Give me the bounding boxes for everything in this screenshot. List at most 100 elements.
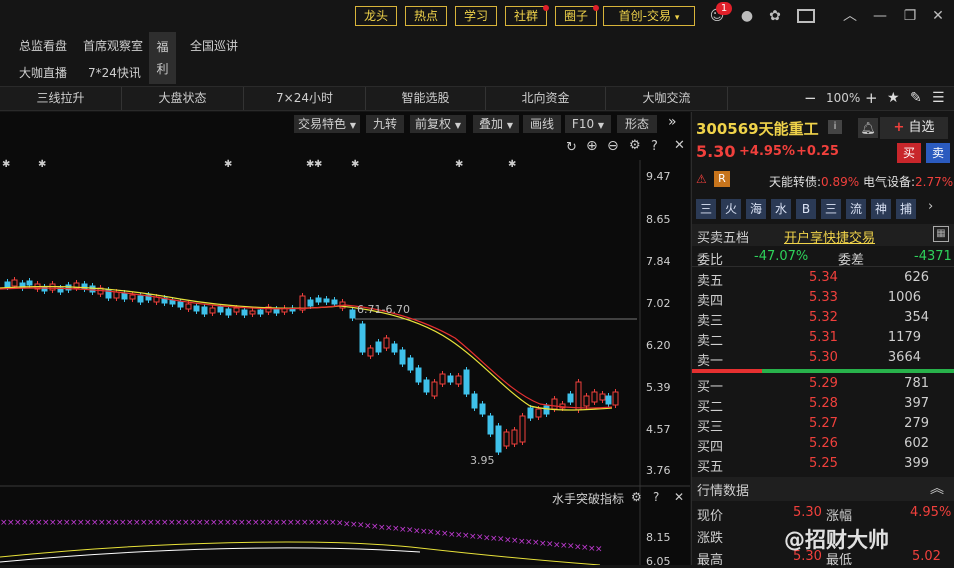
candle-body	[11, 279, 18, 287]
candle-body	[225, 308, 232, 316]
add-watchlist-button[interactable]: + 自选	[880, 117, 948, 139]
menu-icon[interactable]: ☰	[932, 87, 945, 110]
fuli-button[interactable]: 福 利	[149, 32, 176, 84]
candle-body	[367, 347, 374, 357]
nav-xunjiang[interactable]: 全国巡讲	[190, 37, 238, 54]
flag-tag[interactable]: 三	[696, 199, 716, 219]
price-tick: 8.65	[646, 213, 671, 226]
quick-trade-link[interactable]: 开户享快捷交易	[784, 227, 875, 246]
candle-body	[233, 307, 240, 313]
sub-close-icon[interactable]: ✕	[674, 490, 684, 504]
sub-settings-icon[interactable]: ⚙	[631, 490, 642, 504]
event-marker[interactable]: ✱	[38, 159, 46, 170]
flag-tag[interactable]: 神	[871, 199, 891, 219]
event-marker[interactable]: ✱	[455, 159, 463, 170]
quote-row-price: 现价 5.30 涨幅 4.95%	[692, 503, 954, 524]
ask-row[interactable]: 卖二 5.31 1179	[692, 328, 954, 349]
tab-beixiang[interactable]: 北向资金	[486, 87, 606, 110]
tab-longtou[interactable]: 龙头	[355, 6, 397, 26]
candle-body	[307, 299, 314, 307]
candle-body	[315, 297, 322, 303]
tab-daka[interactable]: 大咖交流	[606, 87, 728, 110]
sub-indicator-label[interactable]: 水手突破指标	[552, 490, 624, 507]
candle-body	[129, 294, 136, 300]
chevron-right-icon[interactable]: ›	[928, 199, 933, 214]
candle-body	[193, 305, 200, 312]
bid-row[interactable]: 买五 5.25 399	[692, 454, 954, 475]
candle-body	[169, 299, 176, 305]
nav-news[interactable]: 7*24快讯	[88, 64, 141, 81]
tab-quanzi[interactable]: 圈子	[555, 5, 599, 26]
event-marker[interactable]: ✱	[314, 159, 322, 170]
collapse-icon[interactable]: ︽	[930, 478, 944, 498]
event-marker[interactable]: ✱	[2, 159, 10, 170]
window-mode-icon[interactable]	[797, 9, 815, 23]
sell-button[interactable]: 卖	[926, 143, 950, 163]
sector-name: 电气设备:	[863, 175, 916, 189]
candle-body	[487, 415, 494, 435]
flag-tag[interactable]: 水	[771, 199, 791, 219]
q-label: 涨幅	[826, 509, 853, 524]
close-icon[interactable]: ✕	[930, 8, 946, 24]
flag-tag[interactable]: 海	[746, 199, 766, 219]
price-tick: 9.47	[646, 170, 671, 183]
calculator-icon[interactable]: ▦	[933, 226, 949, 242]
flag-tag[interactable]: 三	[821, 199, 841, 219]
user-icon[interactable]: ●	[739, 8, 755, 24]
ask-ratio-bar	[692, 369, 762, 373]
nav-shouxi[interactable]: 首席观察室	[83, 37, 143, 54]
info-icon[interactable]: i	[828, 120, 842, 134]
buy-button[interactable]: 买	[897, 143, 921, 163]
tab-dapan[interactable]: 大盘状态	[122, 87, 244, 110]
sub-help-icon[interactable]: ?	[653, 490, 659, 504]
minimize-icon[interactable]: —	[872, 8, 888, 24]
message-badge: 1	[716, 2, 732, 15]
sub-tick: 8.15	[646, 531, 671, 544]
level-price: 5.29	[809, 376, 838, 391]
q-value: 4.95%	[910, 505, 952, 520]
nav-zongjian[interactable]: 总监看盘	[19, 37, 67, 54]
kline-chart-panel[interactable]: 交易特色 ▼ 九转 前复权 ▼ 叠加 ▼ 画线 F10 ▼ 形态 » ↻ ⊕ ⊖…	[0, 112, 690, 568]
tab-24h[interactable]: 7×24小时	[244, 87, 366, 110]
level-label: 卖一	[697, 354, 724, 369]
tab-shequn[interactable]: 社群	[505, 5, 549, 26]
flag-tag[interactable]: 火	[721, 199, 741, 219]
nav-live[interactable]: 大咖直播	[19, 64, 67, 81]
pen-icon[interactable]: ✎	[910, 87, 922, 110]
ask-row[interactable]: 卖三 5.32 354	[692, 308, 954, 329]
event-marker[interactable]: ✱	[224, 159, 232, 170]
bid-row[interactable]: 买三 5.27 279	[692, 414, 954, 435]
zoom-in-icon[interactable]: +	[865, 87, 878, 110]
tab-xuangu[interactable]: 智能选股	[366, 87, 486, 110]
chevron-up-icon[interactable]: ︿	[842, 8, 858, 24]
ask-row[interactable]: 卖一 5.30 3664	[692, 348, 954, 369]
skin-icon[interactable]: ✿	[767, 8, 783, 24]
related-bond[interactable]: 天能转债:0.89% 电气设备:2.77%	[769, 173, 953, 190]
zoom-level: 100%	[826, 91, 861, 105]
tab-redian[interactable]: 热点	[405, 6, 447, 26]
restore-icon[interactable]: ❐	[902, 8, 918, 24]
event-marker[interactable]: ✱	[508, 159, 516, 170]
level-label: 买三	[697, 420, 724, 435]
tab-label: 热点	[413, 9, 438, 23]
tab-xuexi[interactable]: 学习	[455, 6, 497, 26]
candle-body	[89, 285, 96, 293]
bid-row[interactable]: 买一 5.29 781	[692, 374, 954, 395]
tab-sanxian[interactable]: 三线拉升	[0, 87, 122, 110]
price-tick: 5.39	[646, 381, 671, 394]
flag-tag[interactable]: 流	[846, 199, 866, 219]
bell-icon[interactable]: 🔔︎	[858, 118, 878, 138]
flag-tag[interactable]: B	[796, 199, 816, 219]
candle-body	[455, 375, 462, 385]
star-icon[interactable]: ★	[887, 87, 900, 110]
event-marker[interactable]: ✱	[351, 159, 359, 170]
bid-row[interactable]: 买二 5.28 397	[692, 394, 954, 415]
flag-tag[interactable]: 捕	[896, 199, 916, 219]
level-price: 5.30	[809, 350, 838, 365]
bid-row[interactable]: 买四 5.26 602	[692, 434, 954, 455]
tab-trade[interactable]: 首创-交易 ▾	[603, 6, 695, 26]
ask-row[interactable]: 卖四 5.33 1006	[692, 288, 954, 309]
ask-row[interactable]: 卖五 5.34 626	[692, 268, 954, 289]
candle-body	[447, 375, 454, 383]
zoom-out-icon[interactable]: −	[804, 87, 817, 110]
